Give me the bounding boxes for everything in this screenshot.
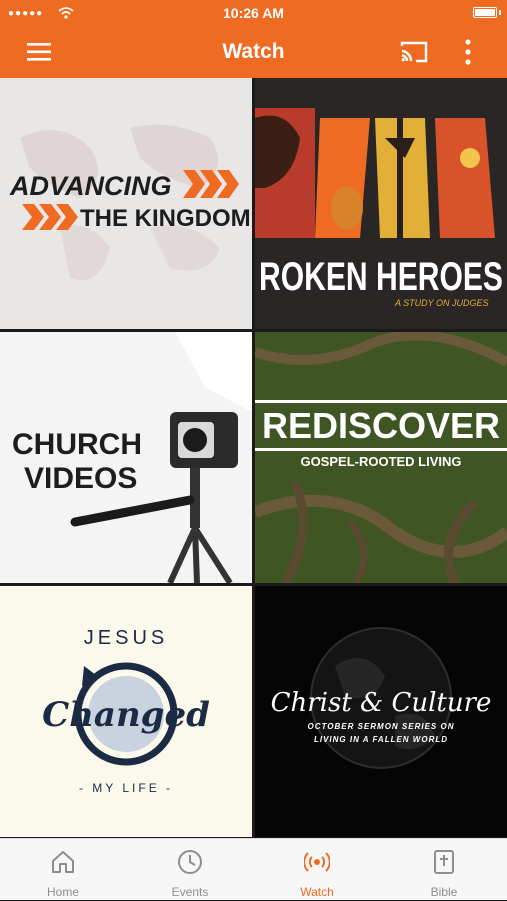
globe-graphic: Christ & Culture OCTOBER SERMON SERIES O… xyxy=(271,627,492,769)
video-tile-christ-and-culture[interactable]: Christ & Culture OCTOBER SERMON SERIES O… xyxy=(255,586,507,837)
tile2-subtitle: A STUDY ON JUDGES xyxy=(394,298,489,308)
camera-tripod-photo: CHURCH VIDEOS xyxy=(12,332,252,583)
clock-icon xyxy=(178,850,202,874)
more-vertical-icon xyxy=(465,39,471,65)
tile6-subtitle1: OCTOBER SERMON SERIES ON xyxy=(308,722,455,731)
tab-events[interactable]: Events xyxy=(127,839,253,901)
heroes-artwork: ROKEN HEROES A STUDY ON JUDGES xyxy=(255,108,503,308)
tile5-script: Changed xyxy=(42,695,210,735)
tab-watch-label: Watch xyxy=(300,885,334,899)
battery-icon xyxy=(473,7,497,18)
video-tile-advancing-the-kingdom[interactable]: ADVANCING THE KINGDOM xyxy=(0,78,252,329)
video-tile-rediscover[interactable]: REDISCOVER GOSPEL-ROOTED LIVING xyxy=(255,332,507,583)
tab-home-label: Home xyxy=(46,885,79,899)
more-options-button[interactable] xyxy=(450,34,486,70)
broadcast-icon xyxy=(304,852,330,872)
video-tile-jesus-changed-my-life[interactable]: JESUS Changed - MY LIFE - xyxy=(0,586,252,837)
tile3-line1: CHURCH xyxy=(12,428,142,461)
tab-bible-label: Bible xyxy=(430,885,458,899)
tile3-line2: VIDEOS xyxy=(24,462,137,495)
tile2-title: ROKEN HEROES xyxy=(259,255,503,299)
video-tile-church-videos[interactable]: CHURCH VIDEOS xyxy=(0,332,252,583)
tile1-line2: THE KINGDOM xyxy=(80,205,251,232)
tab-home[interactable]: Home xyxy=(0,839,126,901)
world-map-graphic: ADVANCING THE KINGDOM xyxy=(9,124,251,280)
video-tile-broken-heroes[interactable]: ROKEN HEROES A STUDY ON JUDGES xyxy=(255,78,507,329)
cast-button[interactable] xyxy=(396,34,432,70)
home-icon xyxy=(52,851,74,873)
video-grid: ADVANCING THE KINGDOM ROKEN HEROES A STU… xyxy=(0,78,507,838)
app-bar: Watch xyxy=(0,26,507,78)
clock: 10:26 AM xyxy=(223,5,284,21)
tile1-line1: ADVANCING xyxy=(9,171,172,201)
bible-icon xyxy=(434,850,454,874)
tile6-title: Christ & Culture xyxy=(271,688,492,718)
changed-logo-graphic: JESUS Changed - MY LIFE - xyxy=(42,627,210,795)
tab-watch[interactable]: Watch xyxy=(254,839,380,901)
bottom-tab-bar: Home Events Watch Bible xyxy=(0,838,507,900)
tab-bible[interactable]: Bible xyxy=(381,839,507,901)
tab-events-label: Events xyxy=(171,885,209,899)
tile4-title: REDISCOVER xyxy=(262,405,500,446)
cast-icon xyxy=(400,41,428,63)
tree-roots-photo: REDISCOVER GOSPEL-ROOTED LIVING xyxy=(255,332,507,583)
tile6-subtitle2: LIVING IN A FALLEN WORLD xyxy=(314,735,448,744)
tile5-top: JESUS xyxy=(84,627,168,649)
status-bar: ●●●●● 10:26 AM xyxy=(0,0,507,26)
tile5-bottom: - MY LIFE - xyxy=(79,781,173,795)
tile4-subtitle: GOSPEL-ROOTED LIVING xyxy=(300,454,461,469)
